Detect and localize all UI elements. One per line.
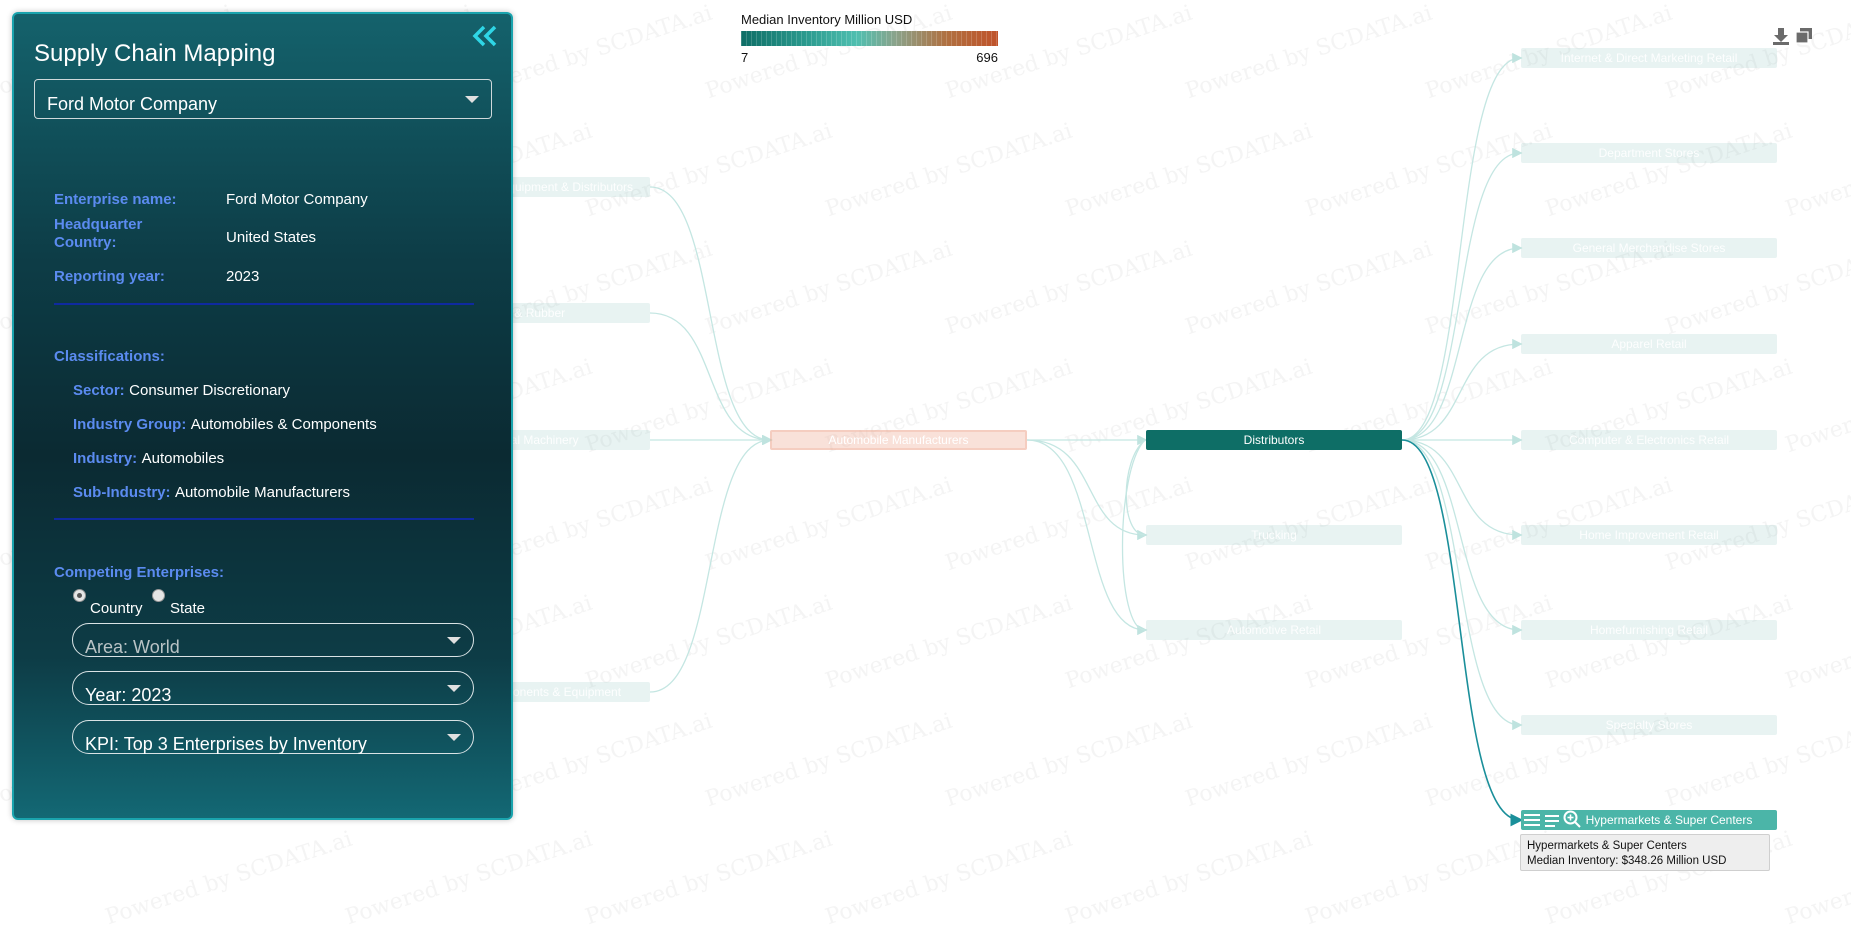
- link-c-specialty: [1401, 439, 1523, 731]
- headquarter-country-value: United States: [226, 229, 317, 246]
- sub-industry-value: Automobile Manufacturers: [174, 484, 351, 501]
- sector-label: Sector:: [73, 382, 125, 399]
- legend-max: 696: [976, 50, 998, 65]
- node-homefurnishing-retail[interactable]: Homefurnishing Retail: [1521, 620, 1777, 640]
- sector-value: Consumer Discretionary: [129, 382, 291, 399]
- chevron-down-icon: [465, 96, 479, 103]
- radio-country[interactable]: [73, 589, 86, 602]
- industry-group-label: Industry Group:: [73, 416, 187, 433]
- enterprise-name-label: Enterprise name:: [54, 191, 177, 208]
- industry-group-row: Industry Group: Automobiles & Components: [73, 416, 377, 434]
- sub-industry-row: Sub-Industry: Automobile Manufacturers: [73, 484, 350, 502]
- competing-enterprises-label: Competing Enterprises:: [54, 564, 225, 581]
- area-select-value: Area: World: [85, 637, 180, 657]
- link-supplier-2: [649, 312, 773, 446]
- industry-value: Automobiles: [141, 450, 225, 467]
- panel-title: Supply Chain Mapping: [34, 40, 276, 67]
- company-select-value: Ford Motor Company: [47, 94, 218, 114]
- radio-country-label[interactable]: Country: [90, 600, 143, 617]
- separator: [54, 518, 474, 520]
- radio-state[interactable]: [152, 589, 165, 602]
- link-c-hypermarkets: [1401, 439, 1524, 827]
- link-c-department: [1401, 147, 1523, 441]
- zoom-in-icon[interactable]: [1563, 810, 1581, 828]
- color-legend: Median Inventory Million USD 7 696: [741, 12, 998, 65]
- company-select[interactable]: Ford Motor Company: [34, 79, 492, 119]
- separator: [54, 303, 474, 305]
- node-internet-direct-marketing-retail[interactable]: Internet & Direct Marketing Retail: [1521, 48, 1777, 68]
- industry-row: Industry: Automobiles: [73, 450, 224, 468]
- chevron-down-icon: [447, 734, 461, 741]
- node-department-stores[interactable]: Department Stores: [1521, 143, 1777, 163]
- industry-label: Industry:: [73, 450, 138, 467]
- tooltip-value: Median Inventory: $348.26 Million USD: [1527, 855, 1727, 867]
- copy-icon[interactable]: [1794, 26, 1814, 46]
- headquarter-label-line2: Country:: [54, 234, 117, 251]
- node-computer-electronics-retail[interactable]: Computer & Electronics Retail: [1521, 430, 1777, 450]
- supply-chain-panel: Supply Chain Mapping Ford Motor Company …: [12, 12, 513, 820]
- download-icon[interactable]: [1771, 26, 1791, 46]
- link-c-general: [1401, 242, 1523, 441]
- sub-industry-label: Sub-Industry:: [73, 484, 171, 501]
- chevron-down-icon: [447, 685, 461, 692]
- reporting-year-value: 2023: [226, 268, 260, 285]
- legend-color-scale: [741, 31, 998, 46]
- classifications-label: Classifications:: [54, 348, 165, 365]
- node-automobile-manufacturers[interactable]: Automobile Manufacturers: [770, 430, 1027, 450]
- link-supplier-4: [649, 434, 773, 693]
- collapse-panel-icon[interactable]: [471, 24, 499, 48]
- year-select[interactable]: Year: 2023: [72, 671, 474, 705]
- node-automotive-retail[interactable]: Automotive Retail: [1146, 620, 1402, 640]
- legend-title: Median Inventory Million USD: [741, 12, 913, 27]
- link-c-home-improvement: [1401, 439, 1523, 541]
- node-home-improvement-retail[interactable]: Home Improvement Retail: [1521, 525, 1777, 545]
- radio-state-label[interactable]: State: [170, 600, 205, 617]
- headquarter-label-line1: Headquarter: [54, 216, 143, 233]
- legend-min: 7: [741, 50, 749, 65]
- tooltip-title: Hypermarkets & Super Centers: [1527, 840, 1687, 852]
- chevron-down-icon: [447, 637, 461, 644]
- link-c-internet: [1401, 52, 1523, 441]
- node-specialty-stores[interactable]: Specialty Stores: [1521, 715, 1777, 735]
- enterprise-name-value: Ford Motor Company: [226, 191, 368, 208]
- link-c-homefurnishing: [1401, 439, 1523, 636]
- kpi-select-value: KPI: Top 3 Enterprises by Inventory: [85, 734, 367, 754]
- node-general-merchandise-stores[interactable]: General Merchandise Stores: [1521, 238, 1777, 258]
- node-menu-icon[interactable]: [1524, 813, 1542, 827]
- industry-group-value: Automobiles & Components: [190, 416, 377, 433]
- year-select-value: Year: 2023: [85, 685, 172, 705]
- area-select[interactable]: Area: World: [72, 623, 474, 657]
- link-c-apparel: [1401, 338, 1523, 441]
- node-tooltip: Hypermarkets & Super Centers Median Inve…: [1520, 834, 1770, 871]
- node-trucking[interactable]: Trucking: [1146, 525, 1402, 545]
- node-apparel-retail[interactable]: Apparel Retail: [1521, 334, 1777, 354]
- node-list-icon[interactable]: [1545, 813, 1561, 827]
- node-distributors[interactable]: Distributors: [1146, 430, 1402, 450]
- kpi-select[interactable]: KPI: Top 3 Enterprises by Inventory: [72, 720, 474, 754]
- link-supplier-1: [649, 186, 773, 446]
- reporting-year-label: Reporting year:: [54, 268, 165, 285]
- sector-row: Sector: Consumer Discretionary: [73, 382, 290, 400]
